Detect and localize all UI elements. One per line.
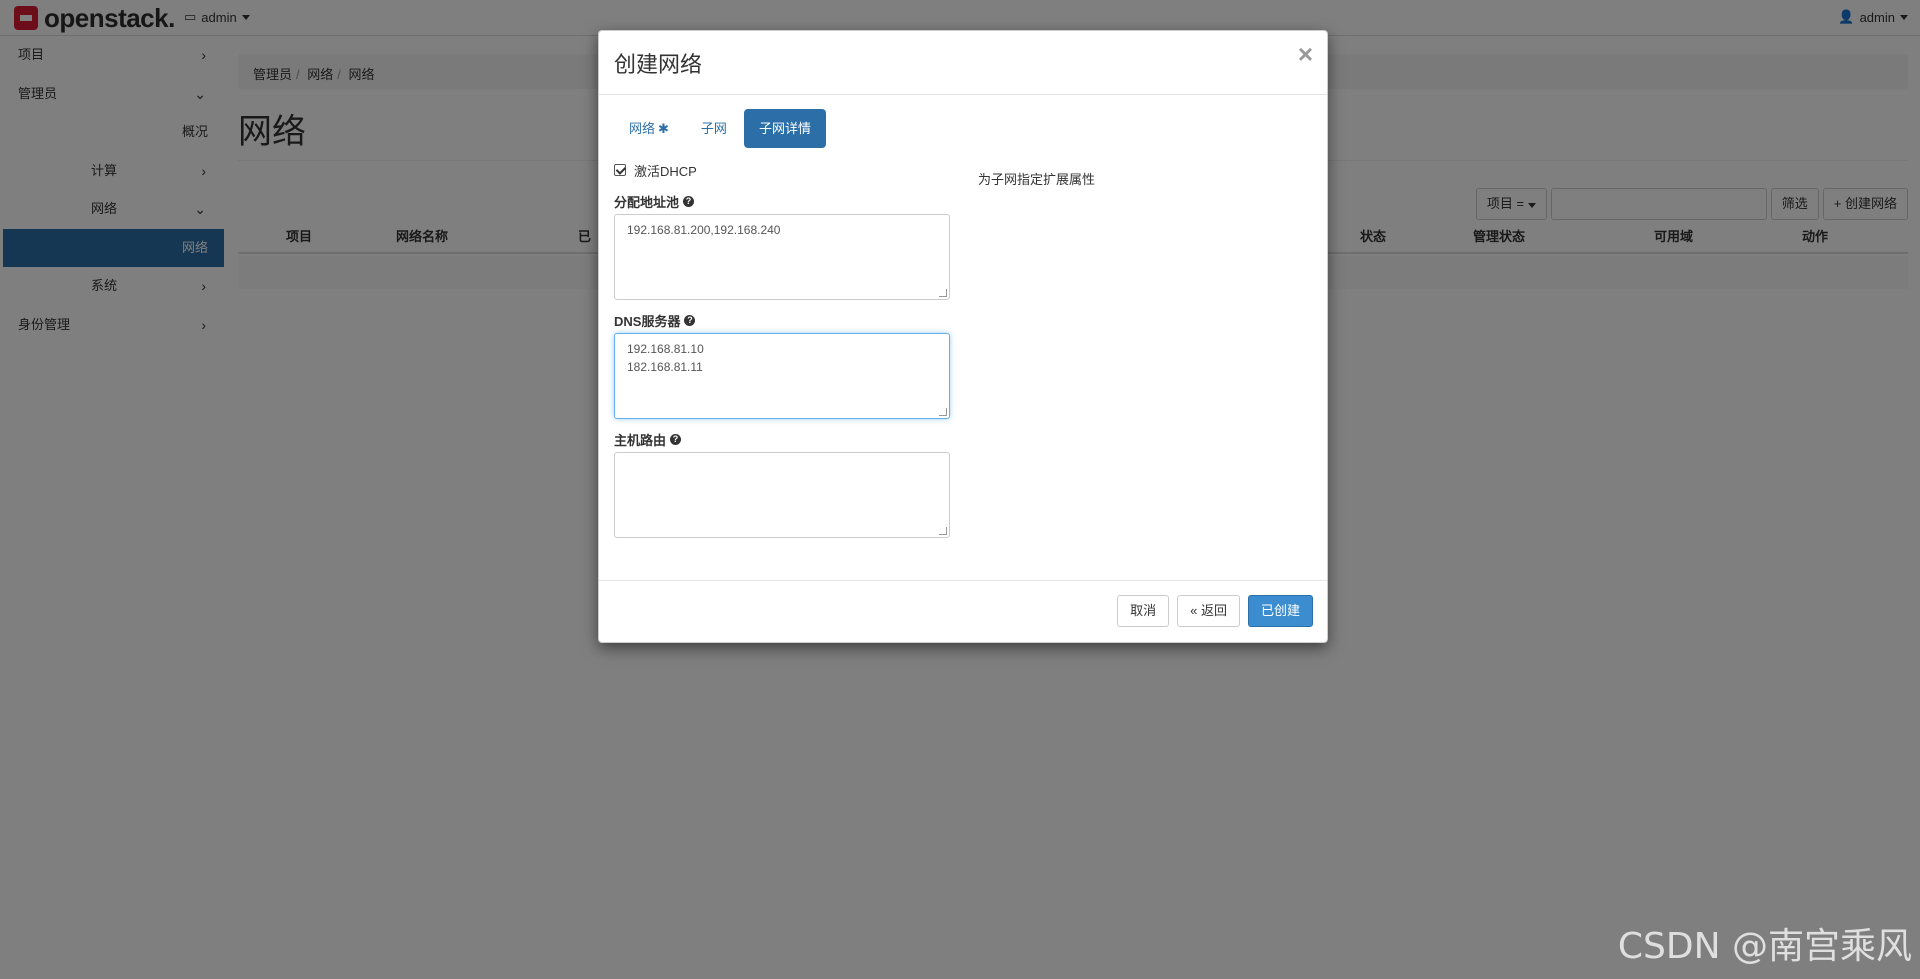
resize-grip-icon[interactable] xyxy=(939,289,947,297)
modal-header: 创建网络 × xyxy=(599,31,1327,95)
dhcp-checkbox-row[interactable]: 激活DHCP xyxy=(614,159,950,181)
help-text: 为子网指定扩展属性 xyxy=(978,172,1096,187)
host-routes-field[interactable] xyxy=(614,452,950,538)
dhcp-checkbox[interactable] xyxy=(614,164,626,176)
tab-network[interactable]: 网络 ✱ xyxy=(614,109,684,148)
required-icon: ✱ xyxy=(658,121,669,136)
help-icon[interactable]: ? xyxy=(670,433,682,445)
modal-footer: 取消 « 返回 已创建 xyxy=(599,580,1327,642)
modal-title: 创建网络 xyxy=(614,52,703,77)
modal-body: 网络 ✱ 子网 子网详情 激活DHCP 分配地址池 ? 192.168.81.20… xyxy=(599,95,1327,582)
workflow-tabs: 网络 ✱ 子网 子网详情 xyxy=(614,109,826,148)
resize-grip-icon[interactable] xyxy=(939,408,947,416)
watermark: CSDN @南宫乘风 xyxy=(1617,926,1912,967)
help-icon[interactable]: ? xyxy=(684,314,696,326)
close-icon[interactable]: × xyxy=(1298,39,1313,70)
dhcp-label: 激活DHCP xyxy=(634,163,697,179)
resize-grip-icon[interactable] xyxy=(939,527,947,535)
dns-label: DNS服务器 ? xyxy=(614,311,950,329)
tab-subnet-details[interactable]: 子网详情 xyxy=(743,109,826,148)
host-routes-label: 主机路由 ? xyxy=(614,430,950,448)
cancel-button[interactable]: 取消 xyxy=(1117,595,1170,627)
pool-label: 分配地址池 ? xyxy=(614,192,950,210)
help-icon[interactable]: ? xyxy=(683,195,695,207)
dns-servers-field[interactable]: 192.168.81.10 182.168.81.11 xyxy=(614,333,950,419)
allocation-pools-field[interactable]: 192.168.81.200,192.168.240 xyxy=(614,214,950,300)
tab-subnet[interactable]: 子网 xyxy=(686,109,742,148)
form-column: 激活DHCP 分配地址池 ? 192.168.81.200,192.168.24… xyxy=(614,159,950,538)
create-button[interactable]: 已创建 xyxy=(1247,595,1313,627)
create-network-modal: 创建网络 × 网络 ✱ 子网 子网详情 激活DHCP 分配地址池 ? 192.16… xyxy=(598,30,1328,643)
back-button[interactable]: « 返回 xyxy=(1177,595,1240,627)
